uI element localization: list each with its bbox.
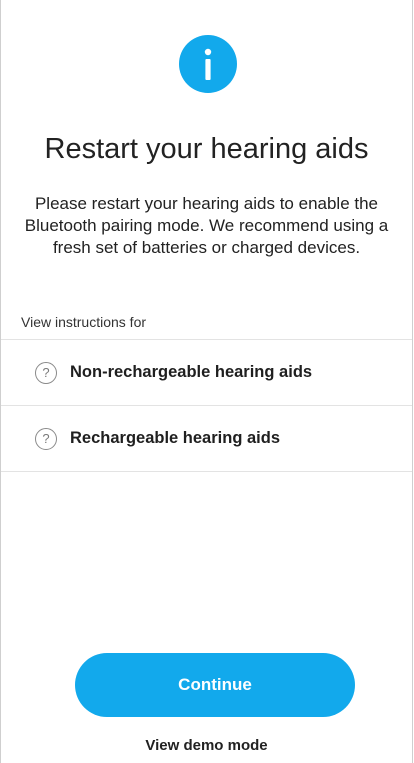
continue-button[interactable]: Continue — [75, 653, 355, 717]
page-description: Please restart your hearing aids to enab… — [24, 194, 389, 257]
page-title: Restart your hearing aids — [44, 133, 369, 165]
instruction-item-non-rechargeable[interactable]: ? Non-rechargeable hearing aids — [1, 340, 412, 406]
instruction-list: ? Non-rechargeable hearing aids ? Rechar… — [1, 339, 412, 472]
instructions-label: View instructions for — [21, 314, 147, 330]
view-demo-mode-link[interactable]: View demo mode — [1, 737, 412, 754]
help-icon: ? — [35, 427, 57, 450]
screen: Restart your hearing aids Please restart… — [0, 0, 413, 763]
instruction-item-label: Non-rechargeable hearing aids — [70, 363, 313, 381]
info-icon — [179, 35, 237, 93]
instruction-item-label: Rechargeable hearing aids — [70, 429, 280, 447]
instruction-item-rechargeable[interactable]: ? Rechargeable hearing aids — [1, 406, 412, 472]
help-icon: ? — [35, 361, 57, 384]
